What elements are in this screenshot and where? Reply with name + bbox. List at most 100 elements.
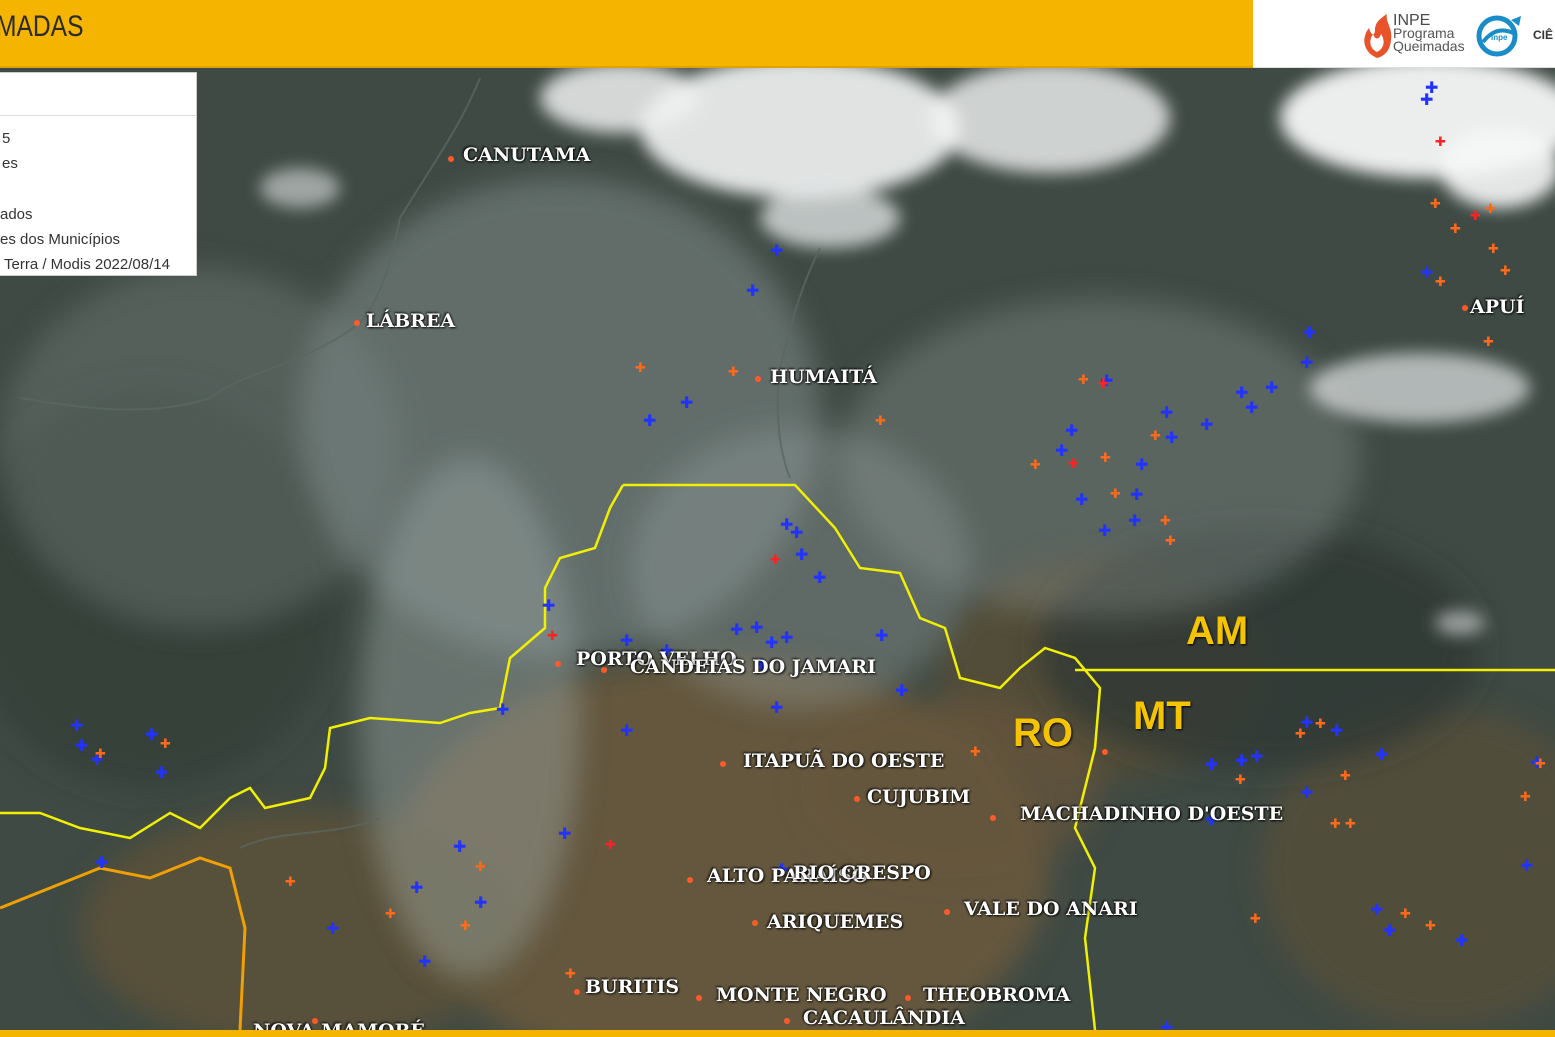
hotspot-marker: ✚ [1485,202,1496,217]
hotspot-marker: ✚ [1315,717,1326,732]
logo-area: INPE Programa Queimadas inpe CIÊ [1253,0,1555,68]
hotspot-marker: ✚ [1520,856,1533,875]
municipality-label: BURITIS [585,976,680,998]
hotspot-marker: ✚ [1098,377,1109,392]
hotspot-marker: ✚ [643,411,656,430]
hotspot-marker: ✚ [795,545,808,564]
hotspot-marker: ✚ [1330,817,1341,832]
hotspot-marker: ✚ [1535,757,1546,772]
hotspot-marker: ✚ [565,967,576,982]
satellite-map[interactable]: ✚ ✚ ✚ ✚ ✚ ✚ ✚ ✚ ✚ ✚ ✚ ✚ ✚ ✚ ✚ ✚ ✚ ✚ ✚ ✚ … [0,68,1555,1030]
hotspot-marker: ✚ [780,628,793,647]
hotspot-marker: ✚ [1130,485,1143,504]
hotspot-marker: ✚ [1435,135,1446,150]
hotspot-marker: ✚ [1500,264,1511,279]
hotspot-marker: ✚ [730,620,743,639]
hotspot-marker: ✚ [1488,242,1499,257]
municipality-label: HUMAITÁ [770,366,878,388]
municipality-label: NOVA MAMORÉ [253,1020,425,1030]
hotspot-marker: ✚ [385,907,396,922]
hotspot-marker: ✚ [1420,263,1433,282]
partner-text: CIÊ [1533,28,1554,42]
inpe-flame-logo-icon [1364,14,1392,58]
hotspot-marker: ✚ [680,393,693,412]
hotspot-marker: ✚ [155,763,168,782]
hotspot-marker: ✚ [160,737,171,752]
municipality-label: APUÍ [1470,296,1525,318]
legend-separator [0,115,196,116]
hotspot-marker: ✚ [1250,747,1263,766]
hotspot-marker: ✚ [770,698,783,717]
hotspot-marker: ✚ [750,618,763,637]
municipality-label: LÁBREA [366,310,456,332]
hotspot-marker: ✚ [875,626,888,645]
hotspot-marker: ✚ [1300,783,1313,802]
hotspot-marker: ✚ [326,919,339,938]
hotspot-marker: ✚ [453,837,466,856]
hotspot-marker: ✚ [496,700,509,719]
hotspot-marker: ✚ [790,523,803,542]
hotspot-marker: ✚ [1470,209,1481,224]
hotspot-marker: ✚ [770,553,781,568]
hotspot-marker: ✚ [1235,773,1246,788]
hotspot-marker: ✚ [1075,490,1088,509]
hotspot-marker: ✚ [1430,197,1441,212]
legend-row[interactable]: es [2,155,18,172]
hotspot-marker: ✚ [418,952,431,971]
hotspot-marker: ✚ [1100,451,1111,466]
hotspot-marker: ✚ [1295,727,1306,742]
hotspot-marker: ✚ [770,241,783,260]
hotspot-marker: ✚ [1200,415,1213,434]
partner-logo-icon: inpe [1476,15,1521,57]
hotspot-marker: ✚ [1030,458,1041,473]
hotspot-marker: ✚ [813,568,826,587]
hotspot-marker: ✚ [70,716,83,735]
municipality-label: ITAPUÃ DO OESTE [743,750,945,772]
hotspot-marker: ✚ [474,893,487,912]
hotspot-marker: ✚ [1160,514,1171,529]
hotspot-marker: ✚ [460,919,471,934]
hotspot-marker: ✚ [1455,931,1468,950]
hotspot-marker: ✚ [542,596,555,615]
municipality-label: CACAULÂNDIA [803,1007,965,1029]
hotspot-marker: ✚ [1160,1018,1173,1030]
hotspot-marker: ✚ [1165,428,1178,447]
municipality-label: ARIQUEMES [767,911,904,933]
hotspot-marker: ✚ [410,878,423,897]
hotspot-marker: ✚ [1330,721,1343,740]
hotspot-marker: ✚ [75,736,88,755]
municipality-label: CANDEIAS DO JAMARI [630,656,876,678]
legend-panel[interactable]: 5 es ados es dos Municípios Terra / Modi… [0,72,197,276]
hotspot-marker: ✚ [875,414,886,429]
hotspot-marker: ✚ [1450,222,1461,237]
hotspot-marker: ✚ [1160,403,1173,422]
hotspot-marker: ✚ [1375,745,1388,764]
hotspot-marker: ✚ [95,747,106,762]
hotspot-marker: ✚ [1245,398,1258,417]
hotspot-marker: ✚ [1078,373,1089,388]
hotspot-marker: ✚ [1340,769,1351,784]
hotspot-marker: ✚ [1098,521,1111,540]
municipality-label: RIO CRESPO [793,862,931,884]
legend-row[interactable]: ados [0,206,33,223]
hotspot-marker: ✚ [970,745,981,760]
municipality-label: MACHADINHO D'OESTE [1020,803,1284,825]
hotspot-marker: ✚ [1135,455,1148,474]
hotspot-marker: ✚ [1065,421,1078,440]
state-label-ro: RO [1013,711,1073,755]
hotspot-marker: ✚ [1205,755,1218,774]
hotspot-marker: ✚ [1303,323,1316,342]
municipality-label: CUJUBIM [867,786,971,808]
hotspot-marker: ✚ [145,725,158,744]
hotspot-marker: ✚ [475,860,486,875]
hotspot-marker: ✚ [1055,441,1068,460]
logo-line-3: Queimadas [1393,38,1465,54]
legend-row[interactable]: es dos Municípios [0,231,120,248]
hotspot-marker: ✚ [1383,921,1396,940]
legend-row[interactable]: Terra / Modis 2022/08/14 [4,256,170,273]
state-label-mt: MT [1133,694,1191,738]
hotspot-marker: ✚ [620,721,633,740]
inpe-logo-text: INPE Programa Queimadas [1393,13,1465,54]
legend-row[interactable]: 5 [2,130,10,147]
hotspot-marker: ✚ [1435,275,1446,290]
